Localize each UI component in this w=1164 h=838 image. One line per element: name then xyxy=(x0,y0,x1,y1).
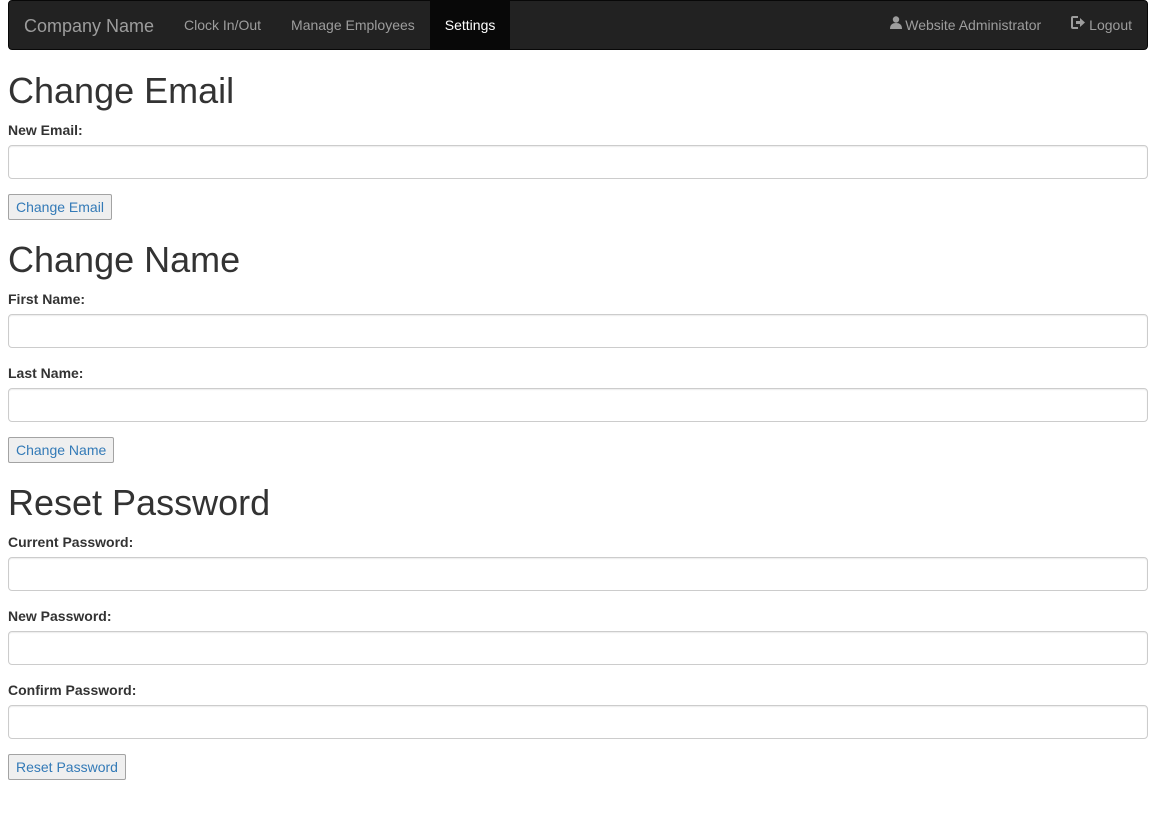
nav-item-settings[interactable]: Settings xyxy=(429,1,511,50)
new-email-label: New Email: xyxy=(8,122,83,138)
new-password-input[interactable] xyxy=(8,631,1148,665)
last-name-input[interactable] xyxy=(8,388,1148,422)
confirm-password-label: Confirm Password: xyxy=(8,682,137,698)
nav-item-clock-in-out[interactable]: Clock In/Out xyxy=(169,1,276,50)
confirm-password-input[interactable] xyxy=(8,705,1148,739)
brand-link[interactable]: Company Name xyxy=(24,1,154,51)
nav-right-menu: Website Administrator Logout xyxy=(875,1,1147,50)
new-email-input[interactable] xyxy=(8,145,1148,179)
nav-left-menu: Clock In/Out Manage Employees Settings xyxy=(169,1,511,50)
nav-item-logout[interactable]: Logout xyxy=(1056,1,1147,50)
user-name-label: Website Administrator xyxy=(905,17,1042,33)
new-password-label: New Password: xyxy=(8,608,112,624)
nav-item-user[interactable]: Website Administrator xyxy=(875,1,1056,50)
change-email-button[interactable]: Change Email xyxy=(8,194,112,220)
first-name-label: First Name: xyxy=(8,291,86,307)
logout-label: Logout xyxy=(1089,17,1132,33)
change-email-heading: Change Email xyxy=(8,70,235,111)
last-name-label: Last Name: xyxy=(8,365,84,381)
logout-icon xyxy=(1071,0,1086,49)
change-name-heading: Change Name xyxy=(8,239,241,280)
top-navbar: Company Name Clock In/Out Manage Employe… xyxy=(8,0,1148,50)
current-password-input[interactable] xyxy=(8,557,1148,591)
current-password-label: Current Password: xyxy=(8,534,134,550)
reset-password-heading: Reset Password xyxy=(8,482,271,523)
user-icon xyxy=(890,0,903,49)
nav-item-manage-employees[interactable]: Manage Employees xyxy=(276,1,430,50)
first-name-input[interactable] xyxy=(8,314,1148,348)
reset-password-button[interactable]: Reset Password xyxy=(8,754,126,780)
change-name-button[interactable]: Change Name xyxy=(8,437,115,463)
